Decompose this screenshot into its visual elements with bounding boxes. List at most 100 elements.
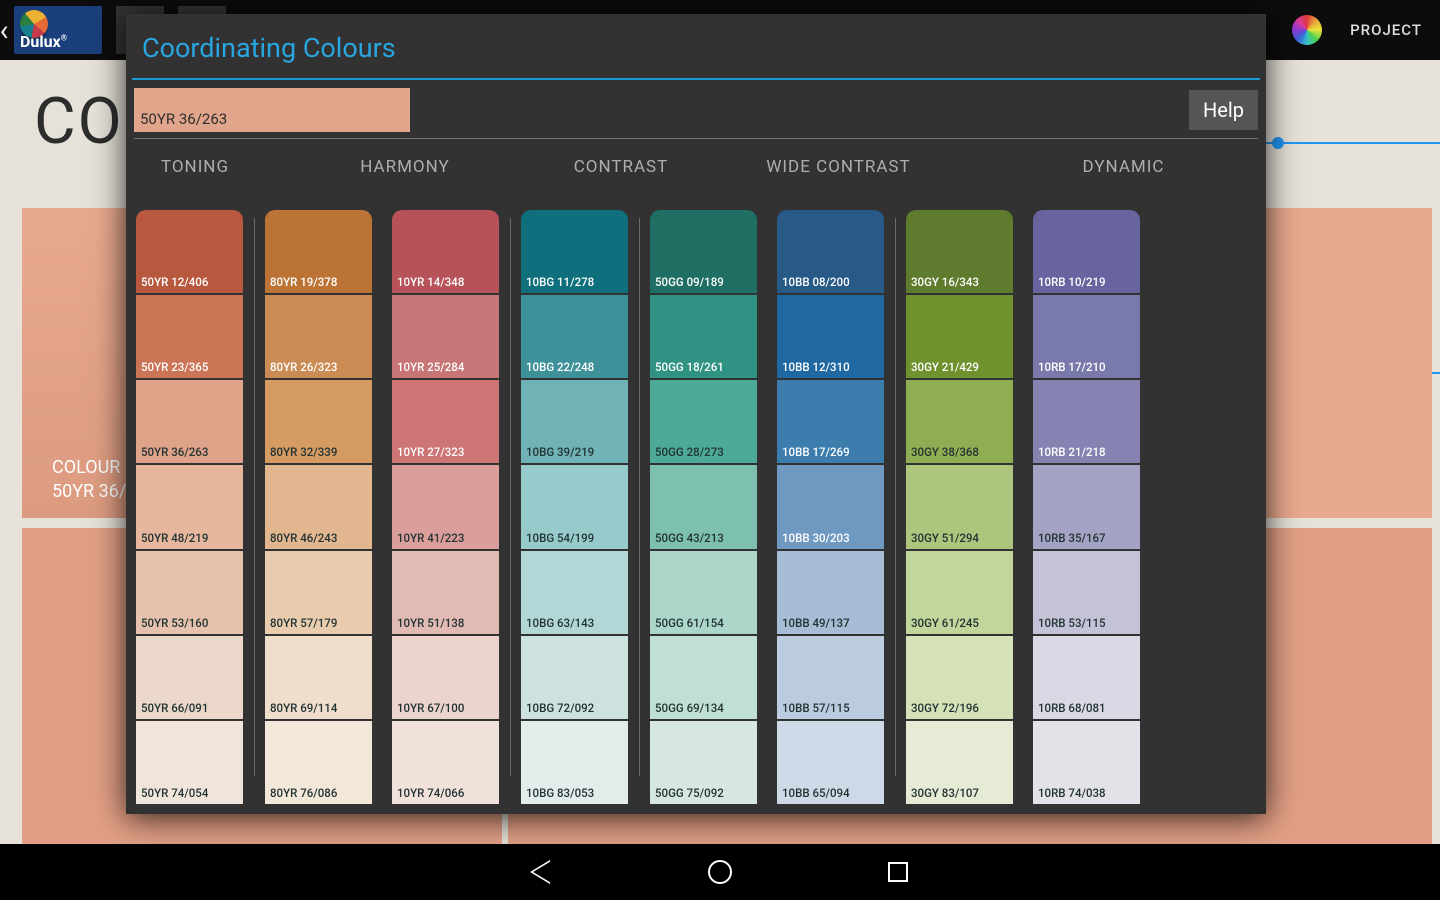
swatch-code: 80YR 19/378 <box>265 275 337 293</box>
colour-swatch[interactable]: 50GG 75/092 <box>650 721 757 804</box>
swatch-code: 10BB 08/200 <box>777 275 850 293</box>
nav-home-icon[interactable] <box>706 858 734 886</box>
colour-swatch[interactable]: 80YR 76/086 <box>265 721 372 804</box>
selected-colour-chip[interactable]: 50YR 36/263 <box>134 88 410 132</box>
category-harmony[interactable]: HARMONY <box>264 157 546 177</box>
colour-swatch[interactable]: 10BB 65/094 <box>777 721 884 804</box>
colour-swatch[interactable]: 10BG 83/053 <box>521 721 628 804</box>
swatch-code: 50GG 75/092 <box>650 786 724 804</box>
colour-swatch[interactable]: 10RB 21/218 <box>1033 380 1140 465</box>
colour-swatch[interactable]: 50GG 28/273 <box>650 380 757 465</box>
colour-swatch[interactable]: 10BB 57/115 <box>777 636 884 721</box>
group-separator <box>628 210 650 804</box>
colour-swatch[interactable]: 10RB 74/038 <box>1033 721 1140 804</box>
colour-swatch[interactable]: 50GG 18/261 <box>650 295 757 380</box>
colour-swatch[interactable]: 10YR 74/066 <box>392 721 499 804</box>
colour-swatch[interactable]: 10BB 30/203 <box>777 465 884 550</box>
swatch-code: 50GG 43/213 <box>650 531 724 549</box>
colour-swatch[interactable]: 10BG 72/092 <box>521 636 628 721</box>
colour-swatch[interactable]: 80YR 46/243 <box>265 465 372 550</box>
colour-swatch[interactable]: 10BG 22/248 <box>521 295 628 380</box>
swatch-code: 50YR 12/406 <box>136 275 208 293</box>
colour-swatch[interactable]: 80YR 26/323 <box>265 295 372 380</box>
colour-swatch[interactable]: 80YR 69/114 <box>265 636 372 721</box>
colour-swatch[interactable]: 10BB 08/200 <box>777 210 884 295</box>
colour-swatch[interactable]: 10BB 12/310 <box>777 295 884 380</box>
nav-back-icon[interactable] <box>528 858 556 886</box>
colour-swatch[interactable]: 10BG 54/199 <box>521 465 628 550</box>
colour-swatch[interactable]: 30GY 51/294 <box>906 465 1013 550</box>
colour-swatch[interactable]: 30GY 38/368 <box>906 380 1013 465</box>
swatch-code: 80YR 69/114 <box>265 701 337 719</box>
swatch-code: 30GY 16/343 <box>906 275 979 293</box>
colour-swatch[interactable]: 50GG 69/134 <box>650 636 757 721</box>
swatch-code: 10RB 21/218 <box>1033 445 1106 463</box>
colour-swatch[interactable]: 10BG 39/219 <box>521 380 628 465</box>
colour-swatch[interactable]: 50YR 48/219 <box>136 465 243 550</box>
colour-swatch[interactable]: 80YR 19/378 <box>265 210 372 295</box>
colour-swatch[interactable]: 10YR 41/223 <box>392 465 499 550</box>
colour-swatch[interactable]: 10YR 67/100 <box>392 636 499 721</box>
group-separator <box>243 210 265 804</box>
colour-swatch[interactable]: 50YR 74/054 <box>136 721 243 804</box>
swatch-code: 30GY 51/294 <box>906 531 979 549</box>
colour-swatch[interactable]: 10BG 11/278 <box>521 210 628 295</box>
swatch-code: 80YR 46/243 <box>265 531 337 549</box>
colour-swatch[interactable]: 50GG 61/154 <box>650 551 757 636</box>
colour-swatch[interactable]: 30GY 21/429 <box>906 295 1013 380</box>
swatch-code: 10YR 14/348 <box>392 275 464 293</box>
swatch-code: 10RB 53/115 <box>1033 616 1106 634</box>
colour-swatch[interactable]: 80YR 32/339 <box>265 380 372 465</box>
colour-swatch[interactable]: 80YR 57/179 <box>265 551 372 636</box>
colour-swatch[interactable]: 50YR 36/263 <box>136 380 243 465</box>
help-button[interactable]: Help <box>1189 90 1258 130</box>
colour-swatch[interactable]: 50YR 23/365 <box>136 295 243 380</box>
logo-text: Dulux® <box>20 32 67 51</box>
brand-logo[interactable]: Dulux® <box>14 6 102 54</box>
category-dynamic[interactable]: DYNAMIC <box>981 157 1266 177</box>
colour-swatch[interactable]: 30GY 72/196 <box>906 636 1013 721</box>
colour-swatch[interactable]: 50YR 12/406 <box>136 210 243 295</box>
swatch-code: 80YR 76/086 <box>265 786 337 804</box>
colour-swatch[interactable]: 10YR 25/284 <box>392 295 499 380</box>
colour-swatch[interactable]: 10YR 27/323 <box>392 380 499 465</box>
swatch-code: 50YR 23/365 <box>136 360 208 378</box>
group-separator <box>884 210 906 804</box>
swatch-strip: 10BB 08/200 10BB 12/31010BB 17/26910BB 30… <box>777 210 884 804</box>
colour-swatch[interactable]: 50GG 43/213 <box>650 465 757 550</box>
swatch-strip: 10RB 10/219 10RB 17/210 10RB 21/218 10RB 35… <box>1033 210 1140 804</box>
colour-swatch[interactable]: 10BB 49/137 <box>777 551 884 636</box>
modal-title-underline <box>132 78 1260 80</box>
swatch-code: 10YR 41/223 <box>392 531 464 549</box>
colour-swatch[interactable]: 10RB 35/167 <box>1033 465 1140 550</box>
colour-swatch[interactable]: 50YR 53/160 <box>136 551 243 636</box>
colour-swatch[interactable]: 10YR 14/348 <box>392 210 499 295</box>
colour-swatch[interactable]: 10RB 68/081 <box>1033 636 1140 721</box>
colour-swatch[interactable]: 50YR 66/091 <box>136 636 243 721</box>
modal-title: Coordinating Colours <box>126 14 1266 78</box>
category-toning[interactable]: TONING <box>126 157 264 177</box>
back-icon[interactable]: ‹ <box>0 13 12 48</box>
colour-swatch[interactable]: 30GY 83/107 <box>906 721 1013 804</box>
group-separator <box>499 210 521 804</box>
colour-swatch[interactable]: 10RB 17/210 <box>1033 295 1140 380</box>
swatch-code: 30GY 83/107 <box>906 786 979 804</box>
swatch-code: 30GY 61/245 <box>906 616 979 634</box>
colour-swatch[interactable]: 10RB 53/115 <box>1033 551 1140 636</box>
swatch-code: 80YR 26/323 <box>265 360 337 378</box>
colour-swatch[interactable]: 30GY 16/343 <box>906 210 1013 295</box>
colour-swatch[interactable]: 10BG 63/143 <box>521 551 628 636</box>
colour-wheel-icon[interactable] <box>1292 15 1322 45</box>
edit-slider-1[interactable] <box>1260 142 1440 144</box>
project-button[interactable]: PROJECT <box>1350 21 1422 39</box>
swatch-code: 10RB 17/210 <box>1033 360 1106 378</box>
colour-swatch[interactable]: 10RB 10/219 <box>1033 210 1140 295</box>
category-wide-contrast[interactable]: WIDE CONTRAST <box>696 157 981 177</box>
colour-swatch[interactable]: 10YR 51/138 <box>392 551 499 636</box>
colour-swatch[interactable]: 10BB 17/269 <box>777 380 884 465</box>
swatch-code: 50GG 28/273 <box>650 445 724 463</box>
colour-swatch[interactable]: 50GG 09/189 <box>650 210 757 295</box>
nav-recent-icon[interactable] <box>884 858 912 886</box>
category-contrast[interactable]: CONTRAST <box>546 157 696 177</box>
colour-swatch[interactable]: 30GY 61/245 <box>906 551 1013 636</box>
